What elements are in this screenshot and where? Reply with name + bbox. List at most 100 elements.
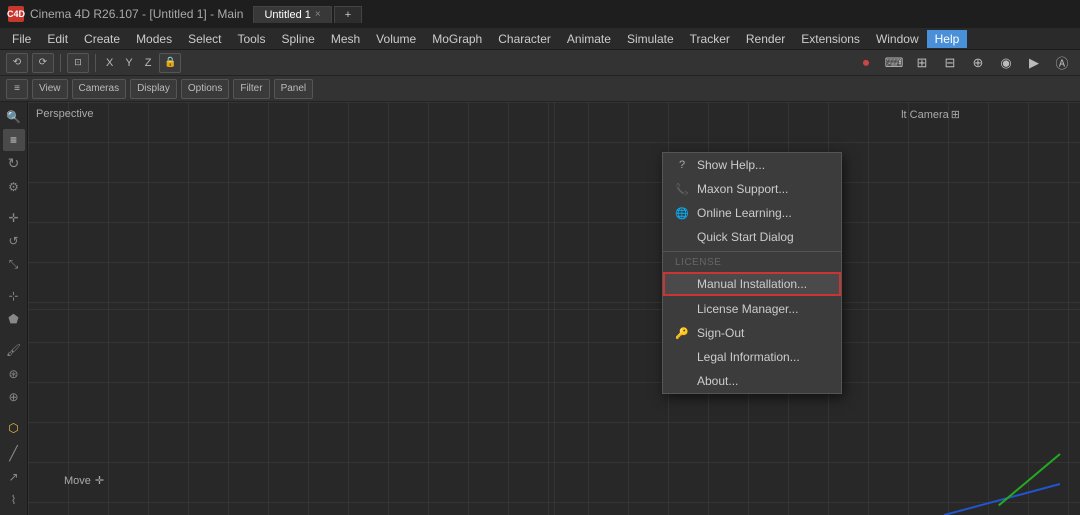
title-bar: C4D Cinema 4D R26.107 - [Untitled 1] - M…	[0, 0, 1080, 28]
quick-start-icon	[675, 230, 689, 244]
camera-settings-icon[interactable]: ⊞	[951, 108, 960, 121]
render-view-icon[interactable]: ◉	[994, 51, 1018, 75]
render-icon[interactable]: ▶	[1022, 51, 1046, 75]
user-icon[interactable]: Ⓐ	[1050, 51, 1074, 75]
add-tab-button[interactable]: +	[334, 6, 362, 23]
question-icon: ?	[675, 158, 689, 172]
redo-button[interactable]: ⟳	[32, 53, 54, 73]
menu-spline[interactable]: Spline	[273, 30, 322, 48]
sign-out-icon: 🔑	[675, 326, 689, 340]
license-manager-label: License Manager...	[697, 302, 798, 316]
panel-btn[interactable]: Panel	[274, 79, 314, 99]
line-tool-icon[interactable]: ╱	[3, 443, 25, 464]
menu-modes[interactable]: Modes	[128, 30, 180, 48]
curve-icon[interactable]: ⌇	[3, 490, 25, 511]
menu-volume[interactable]: Volume	[368, 30, 424, 48]
cameras-btn[interactable]: Cameras	[72, 79, 127, 99]
menu-mesh[interactable]: Mesh	[323, 30, 368, 48]
scale-tool-icon[interactable]: ⤡	[3, 254, 25, 275]
move-label: Move	[64, 475, 91, 487]
view-btn[interactable]: View	[32, 79, 68, 99]
horizontal-guide	[28, 309, 1080, 310]
online-learning-label: Online Learning...	[697, 206, 792, 220]
menu-select[interactable]: Select	[180, 30, 229, 48]
paint-icon[interactable]: 🖌	[3, 340, 25, 361]
coord-y-label: Y	[121, 57, 136, 69]
help-maxon-support-item[interactable]: 📞 Maxon Support...	[663, 177, 841, 201]
menu-render[interactable]: Render	[738, 30, 793, 48]
left-sidebar: 🔍 ≡ ↻ ⚙ ✛ ↺ ⤡ ⊹ ⬟ 🖌 ⊛ ⊕ ⬡ ╱ ↗ ⌇	[0, 102, 28, 515]
legal-icon	[675, 350, 689, 364]
transform-icon[interactable]: ⊞	[910, 51, 934, 75]
help-manual-installation-item[interactable]: Manual Installation...	[663, 272, 841, 296]
main-layout: 🔍 ≡ ↻ ⚙ ✛ ↺ ⤡ ⊹ ⬟ 🖌 ⊛ ⊕ ⬡ ╱ ↗ ⌇ Perspect…	[0, 102, 1080, 515]
menu-tracker[interactable]: Tracker	[682, 30, 738, 48]
coord-x-label: X	[102, 57, 117, 69]
help-online-learning-item[interactable]: 🌐 Online Learning...	[663, 201, 841, 225]
menu-animate[interactable]: Animate	[559, 30, 619, 48]
viewport[interactable]: Perspective lt Camera ⊞ Move ✛ ? Show He…	[28, 102, 1080, 515]
legal-label: Legal Information...	[697, 350, 800, 364]
license-manager-icon	[675, 302, 689, 316]
tab-bar: Untitled 1 × +	[253, 6, 362, 23]
coord-z-label: Z	[141, 57, 156, 69]
menu-edit[interactable]: Edit	[39, 30, 76, 48]
undo-button[interactable]: ⟲	[6, 53, 28, 73]
globe-icon: 🌐	[675, 206, 689, 220]
search-icon[interactable]: 🔍	[3, 106, 25, 127]
rotate-icon[interactable]: ↻	[3, 153, 25, 174]
magnet-icon[interactable]: ⊕	[3, 386, 25, 407]
menu-help[interactable]: Help	[927, 30, 968, 48]
help-show-help-item[interactable]: ? Show Help...	[663, 153, 841, 177]
move-tool-icon[interactable]: ✛	[3, 207, 25, 228]
toolbar-sep1	[60, 54, 61, 72]
about-label: About...	[697, 374, 738, 388]
menu-bar: File Edit Create Modes Select Tools Spli…	[0, 28, 1080, 50]
autokey-icon[interactable]: ⌨	[882, 51, 906, 75]
record-icon[interactable]: ⏺	[854, 51, 878, 75]
quick-start-label: Quick Start Dialog	[697, 230, 794, 244]
help-sign-out-item[interactable]: 🔑 Sign-Out	[663, 321, 841, 345]
menu-create[interactable]: Create	[76, 30, 128, 48]
manual-installation-label: Manual Installation...	[697, 277, 807, 291]
menu-toggle[interactable]: ≡	[6, 79, 28, 99]
active-tab[interactable]: Untitled 1 ×	[253, 6, 331, 23]
menu-character[interactable]: Character	[490, 30, 559, 48]
filter-btn[interactable]: Filter	[233, 79, 269, 99]
palette-icon[interactable]: ⬡	[3, 418, 25, 439]
help-dropdown-menu: ? Show Help... 📞 Maxon Support... 🌐 Onli…	[662, 152, 842, 394]
options-btn[interactable]: Options	[181, 79, 229, 99]
lock-button[interactable]: 🔒	[159, 53, 181, 73]
help-about-item[interactable]: About...	[663, 369, 841, 393]
app-icon: C4D	[8, 6, 24, 22]
toolbar-row1: ⟲ ⟳ ⊡ X Y Z 🔒 ⏺ ⌨ ⊞ ⊟ ⊕ ◉ ▶ Ⓐ	[0, 50, 1080, 76]
mode-toggle-icon[interactable]: ≡	[3, 129, 25, 150]
menu-file[interactable]: File	[4, 30, 39, 48]
rotate-tool-icon[interactable]: ↺	[3, 231, 25, 252]
menu-extensions[interactable]: Extensions	[793, 30, 868, 48]
settings-icon[interactable]: ⚙	[3, 176, 25, 197]
display-btn[interactable]: Display	[130, 79, 177, 99]
menu-simulate[interactable]: Simulate	[619, 30, 682, 48]
arrow-tool-icon[interactable]: ↗	[3, 466, 25, 487]
installation-icon	[675, 277, 689, 291]
viewport-perspective-label: Perspective	[36, 108, 93, 120]
sign-out-label: Sign-Out	[697, 326, 744, 340]
help-quick-start-item[interactable]: Quick Start Dialog	[663, 225, 841, 249]
snap-button[interactable]: ⊡	[67, 53, 89, 73]
help-legal-item[interactable]: Legal Information...	[663, 345, 841, 369]
sculpt-icon[interactable]: ⊛	[3, 363, 25, 384]
move-cursor-icon: ✛	[95, 474, 104, 487]
model-icon[interactable]: ⬟	[3, 309, 25, 330]
grid-icon[interactable]: ⊟	[938, 51, 962, 75]
menu-mograph[interactable]: MoGraph	[424, 30, 490, 48]
select-tool-icon[interactable]: ⊹	[3, 285, 25, 306]
camera-label: lt Camera ⊞	[901, 108, 960, 121]
menu-window[interactable]: Window	[868, 30, 927, 48]
tab-close-button[interactable]: ×	[315, 9, 321, 20]
menu-tools[interactable]: Tools	[229, 30, 273, 48]
help-license-manager-item[interactable]: License Manager...	[663, 297, 841, 321]
tab-label: Untitled 1	[264, 9, 310, 21]
toolbar-sep2	[95, 54, 96, 72]
snap2-icon[interactable]: ⊕	[966, 51, 990, 75]
